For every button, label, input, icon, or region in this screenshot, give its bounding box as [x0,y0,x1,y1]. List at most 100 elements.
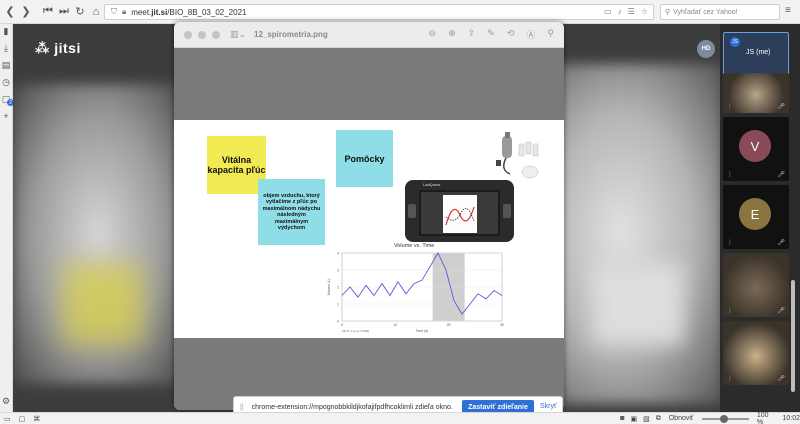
reader-icon[interactable]: ☰ [628,7,635,16]
tile-menu-icon[interactable]: ⋮ [727,375,733,382]
downloads-icon[interactable]: ⤓ [4,43,8,54]
menu-icon[interactable]: ≡ [785,5,791,16]
images-icon[interactable]: ▧ [643,415,650,423]
spirometer-equipment-image [492,130,548,184]
browser-sidebar: ▮ ⤓ ▤ ◷ ▢ + ⚙ [0,24,13,412]
me-label: JS (me) [746,49,771,56]
code-icon[interactable]: ⌘ [33,415,40,423]
drag-handle-icon[interactable]: || [240,404,244,411]
y-tick-label: 4 [337,252,339,256]
window-icon[interactable]: ▢ [19,415,26,423]
background-blur-right [553,64,720,404]
browser-statusbar: ▭ ▢ ⌘ ◙ ▣ ▧ ⧉ Obnoviť 100 % 10:02 [0,412,800,424]
preview-canvas: Vitálna kapacita pľúc Pomôcky objem vzdu… [174,48,564,410]
notes-icon[interactable]: ▤ [2,60,11,71]
zoom-out-icon[interactable]: ⊖ [429,28,437,41]
close-window-dot[interactable] [184,30,192,39]
zoom-slider[interactable] [701,414,749,423]
y-tick-label: 3 [337,269,339,273]
me-avatar: JS [730,37,740,47]
x-tick-label: 0 [341,323,343,327]
sidebar-view-icon[interactable]: ▥⌄ [230,29,246,40]
bookmark-icon[interactable]: ☆ [641,7,648,16]
participant-tile[interactable]: 🎤︎ ⋮ [723,73,789,113]
y-axis-label: Volume (L) [327,279,331,296]
history-icon[interactable]: ◷ [2,77,10,88]
search-bar[interactable]: ⚲ Vyhľadať cez Yahoo! [660,4,780,20]
url-bar[interactable]: ⛉ 🔒︎ meet. jit.si/BIO_8B_03_02_2021 ▭ ♪ ☰… [104,4,654,20]
markup-icon[interactable]: ✎ [487,28,495,41]
first-icon[interactable]: ⏮ [40,4,56,20]
share-icon[interactable]: ⇪ [468,28,476,41]
tile-menu-icon[interactable]: ⋮ [727,171,733,178]
tile-menu-icon[interactable]: ⋮ [727,239,733,246]
device-knob-right [503,204,511,218]
search-icon[interactable]: ⚲ [547,28,554,41]
rotate-icon[interactable]: ⟲ [507,28,515,41]
zoom-slider-thumb[interactable] [719,414,728,423]
code-view-icon[interactable]: ⧉ [656,415,661,423]
preview-title: 12_spirometria.png [254,30,328,39]
participant-tile[interactable]: 🎤︎ ⋮ [723,253,789,317]
shield-icon: ⛉ [111,7,117,16]
background-blur-right-low [593,264,683,344]
mic-muted-icon: 🎤︎ [777,376,785,382]
participant-tile[interactable]: E 🎤︎ ⋮ [723,185,789,249]
mic-muted-icon: 🎤︎ [777,308,785,314]
search-placeholder: Vyhľadať cez Yahoo! [673,8,738,16]
url-path: /BIO_8B_03_02_2021 [167,7,247,17]
share-notice-text: chrome-extension://mpognobbkildjkofajifp… [251,403,453,411]
page-actions-icon[interactable]: ▣ [630,415,637,423]
device-knob-left [408,204,416,218]
home-icon[interactable]: ⌂ [88,4,104,20]
last-icon[interactable]: ⏭ [56,4,72,20]
device-screen [419,190,500,236]
sidebar-toggle-icon[interactable]: ❮ [2,4,18,20]
zoom-in-icon[interactable]: ⊕ [448,28,456,41]
hide-notice-link[interactable]: Skryť [540,403,557,410]
labquest-logo: LabQuest [423,182,441,187]
clock: 10:02 [782,415,800,422]
participant-avatar: E [739,198,771,230]
scrollbar[interactable] [791,280,795,392]
x-axis-label: Time (s) [416,329,429,333]
chart-footnote: (32.8, 1.1) (s, 0.000) [342,329,369,333]
y-tick-label: 0 [337,320,339,324]
tile-menu-icon[interactable]: ⋮ [727,307,733,314]
mic-icon[interactable]: ♪ [618,7,622,16]
x-tick-label: 20 [447,323,451,327]
camera-icon[interactable]: ▭ [604,7,612,16]
sticky-note-tools: Pomôcky [336,130,393,187]
tile-menu-icon[interactable]: ⋮ [727,103,733,110]
shared-window: ▥⌄ 12_spirometria.png ⊖ ⊕ ⇪ ✎ ⟲ Ⓐ ⚲ Vitá… [174,22,564,410]
annotate-icon[interactable]: Ⓐ [526,28,535,41]
participant-tile[interactable]: 🎤︎ ⋮ [723,321,789,385]
settings-icon[interactable]: ⚙ [2,396,10,407]
jitsi-logo: ⁂ jitsi [35,40,81,57]
preview-titlebar: ▥⌄ 12_spirometria.png ⊖ ⊕ ⇪ ✎ ⟲ Ⓐ ⚲ [174,22,564,48]
volume-time-chart: Volume vs. Time 0 1 2 3 4 0 10 20 30 Volume (L) Ti… [324,241,512,338]
chart-svg: 0 1 2 3 4 0 10 20 30 Volume (L) Time (s) (32.8, 1.1… [327,252,504,334]
reload-icon[interactable]: ↻ [72,4,88,20]
participant-tile[interactable]: V 🎤︎ ⋮ [723,117,789,181]
mic-muted-icon: 🎤︎ [777,240,785,246]
panel-toggle-icon[interactable]: ▭ [4,415,11,423]
screenshot-icon[interactable]: ◙ [620,415,624,422]
add-panel-icon[interactable]: + [3,111,8,121]
minimize-window-dot[interactable] [198,30,206,39]
sticky-note-definition: objem vzduchu, ktorý vytlačíme z pľúc po… [258,179,325,245]
mic-muted-icon: 🎤︎ [777,104,785,110]
y-tick-label: 2 [337,286,339,290]
x-tick-label: 30 [500,323,504,327]
zoom-window-dot[interactable] [212,30,220,39]
hd-avatar[interactable]: HD [697,40,715,58]
participant-avatar: V [739,130,771,162]
lock-icon: 🔒︎ [122,7,127,16]
jitsi-logo-text: jitsi [54,40,81,56]
bookmarks-icon[interactable]: ▮ [4,26,9,37]
refresh-label[interactable]: Obnoviť [669,415,694,422]
forward-icon[interactable]: ❯ [18,4,34,20]
background-blur-yellow [63,264,143,344]
slide-image: Vitálna kapacita pľúc Pomôcky objem vzdu… [174,120,564,338]
jitsi-logo-mark-icon: ⁂ [35,40,50,56]
